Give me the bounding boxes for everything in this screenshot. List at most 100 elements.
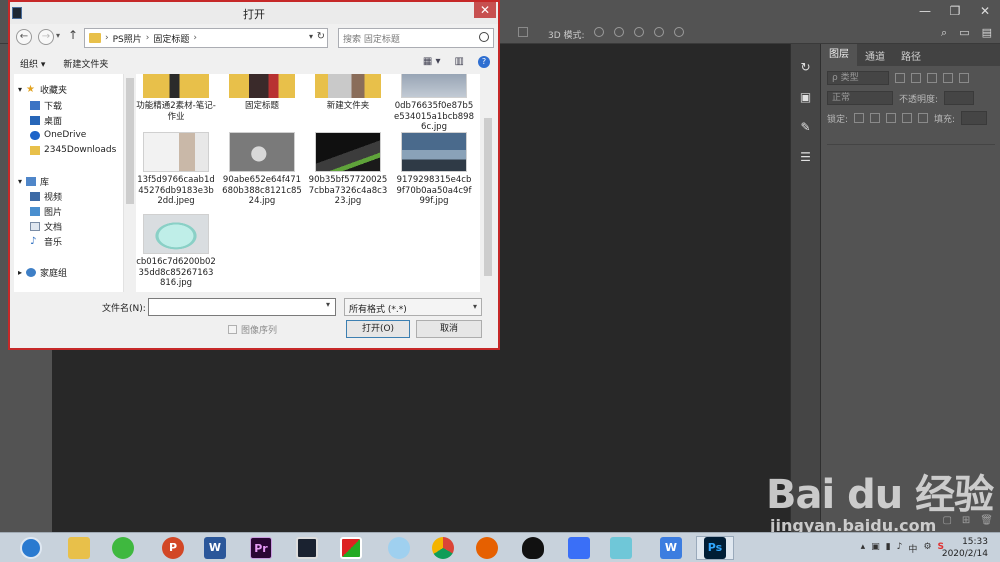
nav-favorites[interactable]: ▾ ★ 收藏夹 xyxy=(18,82,67,96)
properties-icon[interactable]: ▣ xyxy=(797,90,815,104)
navigation-scroll-thumb[interactable] xyxy=(126,78,134,204)
close-icon[interactable]: ✕ xyxy=(970,0,1000,22)
address-bar[interactable]: › PS照片 › 固定标题 › ▾ ↻ xyxy=(84,28,328,48)
filename-dropdown-icon[interactable]: ▾ xyxy=(326,300,330,309)
taskbar-chrome[interactable] xyxy=(424,536,462,560)
history-icon[interactable]: ↻ xyxy=(797,60,815,74)
3d-slide-icon[interactable] xyxy=(654,27,664,37)
nav-libraries[interactable]: ▾ 库 xyxy=(18,174,49,188)
forward-icon[interactable]: → xyxy=(38,29,54,45)
up-folder-icon[interactable]: ↑ xyxy=(68,28,78,42)
nav-desktop[interactable]: 桌面 xyxy=(30,113,62,127)
file-item[interactable]: 13f5d9766caab1d45276db9183e3b2dd.jpeg xyxy=(136,132,216,207)
network-icon[interactable]: ▣ xyxy=(871,542,880,555)
align-icon[interactable] xyxy=(518,27,528,37)
lock-all-icon[interactable] xyxy=(918,113,929,123)
battery-icon[interactable]: ▮ xyxy=(886,542,891,555)
taskbar-qq[interactable] xyxy=(514,536,552,560)
fill-input[interactable] xyxy=(961,111,988,125)
start-button[interactable] xyxy=(14,536,48,560)
filter-adjust-icon[interactable] xyxy=(911,73,921,83)
volume-icon[interactable]: ♪ xyxy=(897,542,903,555)
lock-pixels-icon[interactable] xyxy=(854,113,865,123)
action-center-icon[interactable]: ⚙ xyxy=(923,542,931,555)
breadcrumb-ps-photos[interactable]: PS照片 xyxy=(113,32,142,45)
file-item[interactable]: cb016c7d6200b0235dd8c85267163816.jpg xyxy=(136,214,216,289)
dialog-close-button[interactable]: ✕ xyxy=(474,2,496,18)
filter-shape-icon[interactable] xyxy=(943,73,953,83)
tray-arrow-icon[interactable]: ▴ xyxy=(861,542,866,555)
file-item[interactable]: 0db76635f0e87b5e534015a1bcb8986c.jpg xyxy=(394,74,474,133)
file-item[interactable]: 90b35bf577200257cbba7326c4a8c323.jpg xyxy=(308,132,388,207)
3d-pan-icon[interactable] xyxy=(634,27,644,37)
open-button[interactable]: 打开(O) xyxy=(346,320,410,338)
file-list-scroll-thumb[interactable] xyxy=(484,118,492,276)
cancel-button[interactable]: 取消 xyxy=(416,320,482,338)
taskbar-picture-app[interactable] xyxy=(332,536,370,560)
view-options-icon[interactable]: ▦ ▾ xyxy=(423,56,441,68)
taskbar-qq-browser[interactable] xyxy=(380,536,418,560)
nav-homegroup[interactable]: ▸ 家庭组 xyxy=(18,265,67,279)
image-sequence-checkbox[interactable]: 图像序列 xyxy=(228,323,277,336)
file-item[interactable]: 90abe652e64f471680b388c8121c8524.jpg xyxy=(222,132,302,207)
search-input[interactable]: 搜索 固定标题 xyxy=(338,28,494,48)
file-item[interactable]: 功能精通2素材-笔记-作业 xyxy=(136,74,216,122)
back-icon[interactable]: ← xyxy=(16,29,32,45)
nav-2345downloads[interactable]: 2345Downloads xyxy=(30,143,116,157)
taskbar-file-explorer[interactable] xyxy=(60,536,98,560)
refresh-icon[interactable]: ↻ xyxy=(317,31,325,42)
breadcrumb-fixed-title[interactable]: 固定标题 xyxy=(153,32,189,45)
lock-artboard-icon[interactable] xyxy=(902,113,913,123)
taskbar-video-editor[interactable] xyxy=(288,536,326,560)
taskbar-wechat[interactable] xyxy=(104,536,142,560)
kind-filter-select[interactable]: ρ 类型 xyxy=(827,71,889,85)
tab-channels[interactable]: 通道 xyxy=(857,48,893,63)
filter-pixel-icon[interactable] xyxy=(895,73,905,83)
file-item[interactable]: 固定标题 xyxy=(222,74,302,112)
taskbar-powerpoint[interactable]: P xyxy=(154,536,192,560)
taskbar-notes[interactable] xyxy=(602,536,640,560)
ime-icon[interactable]: 中 xyxy=(908,542,917,555)
search-icon[interactable]: ⌕ xyxy=(941,26,947,40)
3d-orbit-icon[interactable] xyxy=(594,27,604,37)
recent-locations-icon[interactable]: ▾ xyxy=(56,31,60,40)
nav-documents[interactable]: 文档 xyxy=(30,219,62,233)
blend-mode-select[interactable]: 正常 xyxy=(827,91,893,105)
file-item[interactable]: 9179298315e4cb9f70b0aa50a4c9f99f.jpg xyxy=(394,132,474,207)
new-folder-button[interactable]: 新建文件夹 xyxy=(63,57,108,70)
taskbar-wps[interactable]: W xyxy=(652,536,690,560)
filter-type-icon[interactable] xyxy=(927,73,937,83)
nav-videos[interactable]: 视频 xyxy=(30,189,62,203)
address-dropdown-icon[interactable]: ▾ xyxy=(309,32,313,41)
brush-settings-icon[interactable]: ✎ xyxy=(797,120,815,134)
taskbar-word[interactable]: W xyxy=(196,536,234,560)
share-icon[interactable]: ▤ xyxy=(982,26,992,40)
taskbar-feishu[interactable] xyxy=(560,536,598,560)
lock-image-icon[interactable] xyxy=(870,113,881,123)
nav-onedrive[interactable]: OneDrive xyxy=(30,128,86,142)
clock[interactable]: 15:33 2020/2/14 xyxy=(942,536,988,560)
help-icon[interactable]: ? xyxy=(478,56,490,68)
filter-smart-icon[interactable] xyxy=(959,73,969,83)
adjustments-icon[interactable]: ☰ xyxy=(797,150,815,164)
nav-music[interactable]: ♪ 音乐 xyxy=(30,234,62,248)
opacity-input[interactable] xyxy=(944,91,975,105)
tab-paths[interactable]: 路径 xyxy=(893,48,929,63)
file-type-select[interactable]: 所有格式 (*.*) ▾ xyxy=(344,298,482,316)
3d-scale-icon[interactable] xyxy=(674,27,684,37)
taskbar-firefox[interactable] xyxy=(468,536,506,560)
preview-pane-icon[interactable]: ▥ xyxy=(455,56,464,68)
lock-position-icon[interactable] xyxy=(886,113,897,123)
3d-roll-icon[interactable] xyxy=(614,27,624,37)
taskbar-photoshop[interactable]: Ps xyxy=(696,536,734,560)
nav-pictures[interactable]: 图片 xyxy=(30,204,62,218)
taskbar-premiere[interactable]: Pr xyxy=(242,536,280,560)
filename-input[interactable] xyxy=(148,298,336,316)
tab-layers[interactable]: 图层 xyxy=(821,44,857,66)
file-item[interactable]: 新建文件夹 xyxy=(308,74,388,112)
organize-button[interactable]: 组织 ▾ xyxy=(20,57,45,70)
workspace-icon[interactable]: ▭ xyxy=(959,26,969,40)
minimize-icon[interactable]: — xyxy=(910,0,940,22)
nav-downloads[interactable]: 下载 xyxy=(30,98,62,112)
restore-icon[interactable]: ❐ xyxy=(940,0,970,22)
